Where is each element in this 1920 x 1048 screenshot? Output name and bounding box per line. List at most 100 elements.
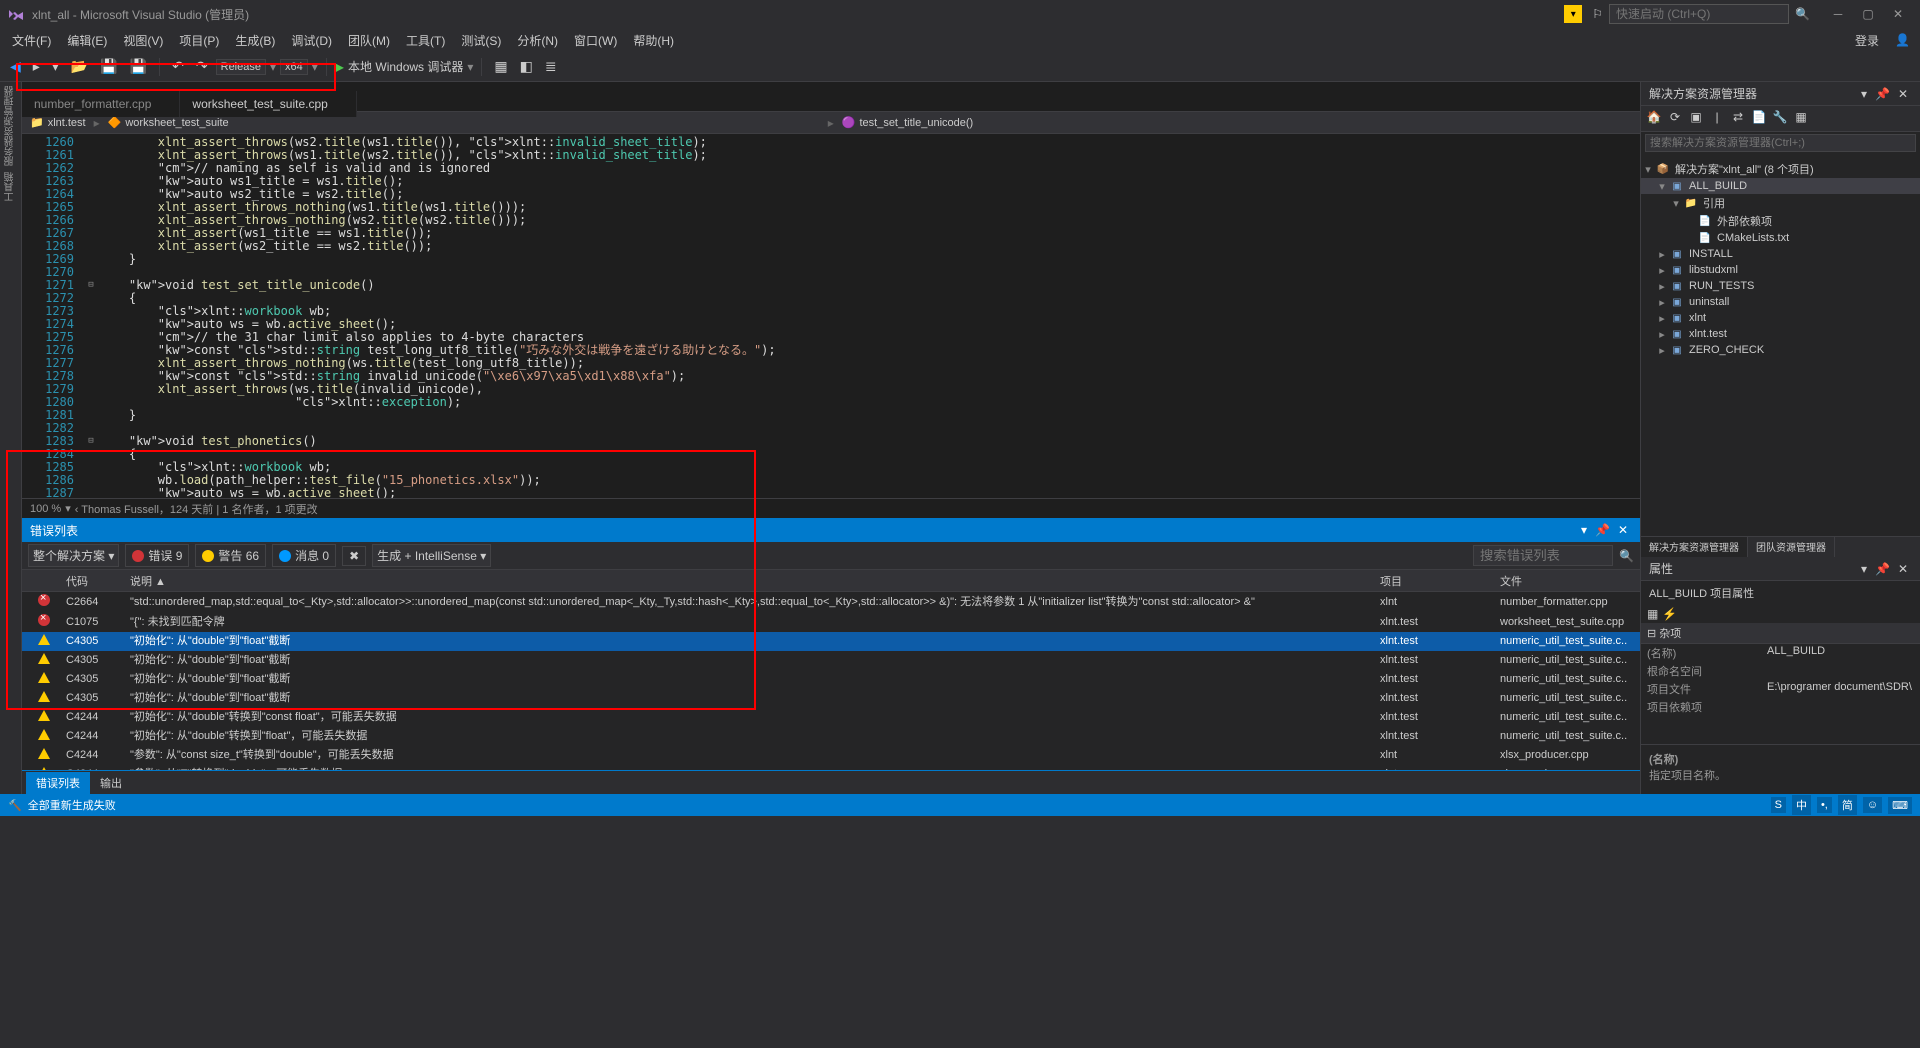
error-scope-combo[interactable]: 整个解决方案 ▾ [28,544,119,567]
redo-button[interactable]: ↷ [192,56,212,77]
error-row[interactable]: C4244"初始化": 从"double"转换到"const float"，可能… [22,708,1640,727]
start-debug-button[interactable]: ▶ [335,60,344,74]
solution-search-input[interactable] [1645,134,1916,152]
panel-dropdown-icon[interactable]: ▾ [1857,87,1871,101]
tree-item[interactable]: ▾▣ALL_BUILD [1641,178,1920,194]
menu-测试(S)[interactable]: 测试(S) [453,32,509,50]
tree-item[interactable]: ▸▣INSTALL [1641,246,1920,262]
solution-root[interactable]: ▾📦解决方案"xlnt_all" (8 个项目) [1641,160,1920,178]
tree-item[interactable]: 📄CMakeLists.txt [1641,230,1920,246]
config-combo[interactable]: Release [216,59,266,75]
open-button[interactable]: 📂 [67,56,92,77]
error-row[interactable]: C2664"std::unordered_map,std::equal_to<_… [22,592,1640,612]
menu-工具(T)[interactable]: 工具(T) [398,32,453,50]
output-tab[interactable]: 输出 [90,772,132,794]
menu-项目(P)[interactable]: 项目(P) [171,32,227,50]
bc-class[interactable]: 🔶 worksheet_test_suite [100,116,828,129]
error-row[interactable]: C4305"初始化": 从"double"到"float"截断xlnt.test… [22,632,1640,651]
props-category[interactable]: ⊟ 杂项 [1641,623,1920,644]
ime-icon[interactable]: S [1771,797,1786,813]
tree-item[interactable]: ▸▣uninstall [1641,294,1920,310]
tree-item[interactable]: ▸▣xlnt [1641,310,1920,326]
menu-调试(D)[interactable]: 调试(D) [283,32,340,50]
messages-filter-button[interactable]: 消息 0 [272,544,336,567]
error-row[interactable]: C4244"参数": 从"const size_t"转换到"double"，可能… [22,746,1640,765]
menu-团队(M)[interactable]: 团队(M) [340,32,398,50]
document-tab[interactable]: worksheet_test_suite.cpp [180,91,356,117]
server-explorer-tab[interactable]: 服务器资源管理器 [3,86,18,166]
save-button[interactable]: 💾 [96,56,121,77]
quick-launch-input[interactable] [1609,4,1789,24]
tree-item[interactable]: ▸▣xlnt.test [1641,326,1920,342]
property-row[interactable]: (名称)ALL_BUILD [1641,644,1920,662]
menu-窗口(W)[interactable]: 窗口(W) [566,32,625,50]
nav-fwd-button[interactable]: ▸ [29,56,44,77]
tree-item[interactable]: ▸▣ZERO_CHECK [1641,342,1920,358]
tool-btn-2[interactable]: ◧ [516,56,537,77]
col-proj[interactable]: 项目 [1380,573,1500,589]
zoom-level[interactable]: 100 % [30,503,61,515]
menu-视图(V)[interactable]: 视图(V) [115,32,171,50]
error-row[interactable]: C4305"初始化": 从"double"到"float"截断xlnt.test… [22,689,1640,708]
panel-pin-icon[interactable]: 📌 [1591,523,1614,537]
tree-item[interactable]: ▸▣RUN_TESTS [1641,278,1920,294]
panel-dropdown-icon[interactable]: ▾ [1577,523,1591,537]
notification-icon[interactable]: ⚐ [1592,7,1603,21]
save-all-button[interactable]: 💾 [126,56,151,77]
property-row[interactable]: 项目文件E:\programer document\SDR\ [1641,680,1920,698]
error-row[interactable]: C4305"初始化": 从"double"到"float"截断xlnt.test… [22,651,1640,670]
categorize-icon[interactable]: ▦ [1647,607,1658,621]
menu-文件(F)[interactable]: 文件(F) [4,32,59,50]
tab-team-explorer[interactable]: 团队资源管理器 [1748,537,1835,557]
error-row[interactable]: C4305"初始化": 从"double"到"float"截断xlnt.test… [22,670,1640,689]
output-tab[interactable]: 错误列表 [26,772,90,794]
undo-button[interactable]: ↶ [168,56,188,77]
search-icon[interactable]: 🔍 [1795,7,1810,21]
error-row[interactable]: C1075"{": 未找到匹配令牌xlnt.testworksheet_test… [22,612,1640,632]
sign-in-link[interactable]: 登录 [1855,32,1889,49]
properties-icon[interactable]: 🔧 [1771,110,1789,128]
build-filter-combo[interactable]: 生成 + IntelliSense ▾ [372,544,491,567]
col-file[interactable]: 文件 [1500,573,1640,589]
menu-帮助(H)[interactable]: 帮助(H) [625,32,682,50]
tab-solution-explorer[interactable]: 解决方案资源管理器 [1641,537,1748,557]
warnings-filter-button[interactable]: 警告 66 [195,544,266,567]
menu-生成(B)[interactable]: 生成(B) [227,32,283,50]
tree-item[interactable]: ▾📁引用 [1641,194,1920,212]
sync-icon[interactable]: ⇄ [1729,110,1747,128]
tree-item[interactable]: 📄外部依赖项 [1641,212,1920,230]
tool-btn-3[interactable]: ≣ [541,56,561,77]
collapse-icon[interactable]: ▣ [1687,110,1705,128]
menu-分析(N)[interactable]: 分析(N) [509,32,566,50]
lang-icon[interactable]: 中 [1792,795,1811,815]
new-button[interactable]: ▾ [48,56,63,77]
nav-back-button[interactable]: ◀ [6,56,25,77]
clear-filter-button[interactable]: ✖ [342,546,366,566]
error-search-input[interactable] [1473,545,1613,566]
tree-item[interactable]: ▸▣libstudxml [1641,262,1920,278]
preview-icon[interactable]: ▦ [1792,110,1810,128]
show-all-icon[interactable]: 📄 [1750,110,1768,128]
debugger-label[interactable]: 本地 Windows 调试器 [348,58,463,75]
maximize-button[interactable]: ▢ [1854,7,1882,21]
property-row[interactable]: 项目依赖项 [1641,698,1920,716]
platform-combo[interactable]: x64 [280,59,308,75]
code-editor[interactable]: 1260126112621263126412651266126712681269… [22,134,1640,498]
panel-pin-icon[interactable]: 📌 [1871,87,1894,101]
panel-close-icon[interactable]: ✕ [1894,87,1912,101]
alphabetize-icon[interactable]: ⚡ [1662,607,1677,621]
bc-func[interactable]: 🟣 test_set_title_unicode() [834,116,981,129]
refresh-icon[interactable]: ⟳ [1666,110,1684,128]
col-code[interactable]: 代码 [66,573,126,589]
toolbox-tab[interactable]: 工具箱 [3,172,18,202]
bc-ns[interactable]: 📁 xlnt.test [22,116,94,129]
panel-close-icon[interactable]: ✕ [1614,523,1632,537]
document-tab[interactable]: number_formatter.cpp [22,91,180,117]
col-desc[interactable]: 说明 ▲ [126,573,1380,589]
feedback-icon[interactable]: ▾ [1564,5,1582,23]
errors-filter-button[interactable]: 错误 9 [125,544,189,567]
error-row[interactable]: C4244"初始化": 从"double"转换到"float"，可能丢失数据xl… [22,727,1640,746]
close-button[interactable]: ✕ [1884,7,1912,21]
minimize-button[interactable]: ─ [1824,7,1852,21]
home-icon[interactable]: 🏠 [1645,110,1663,128]
